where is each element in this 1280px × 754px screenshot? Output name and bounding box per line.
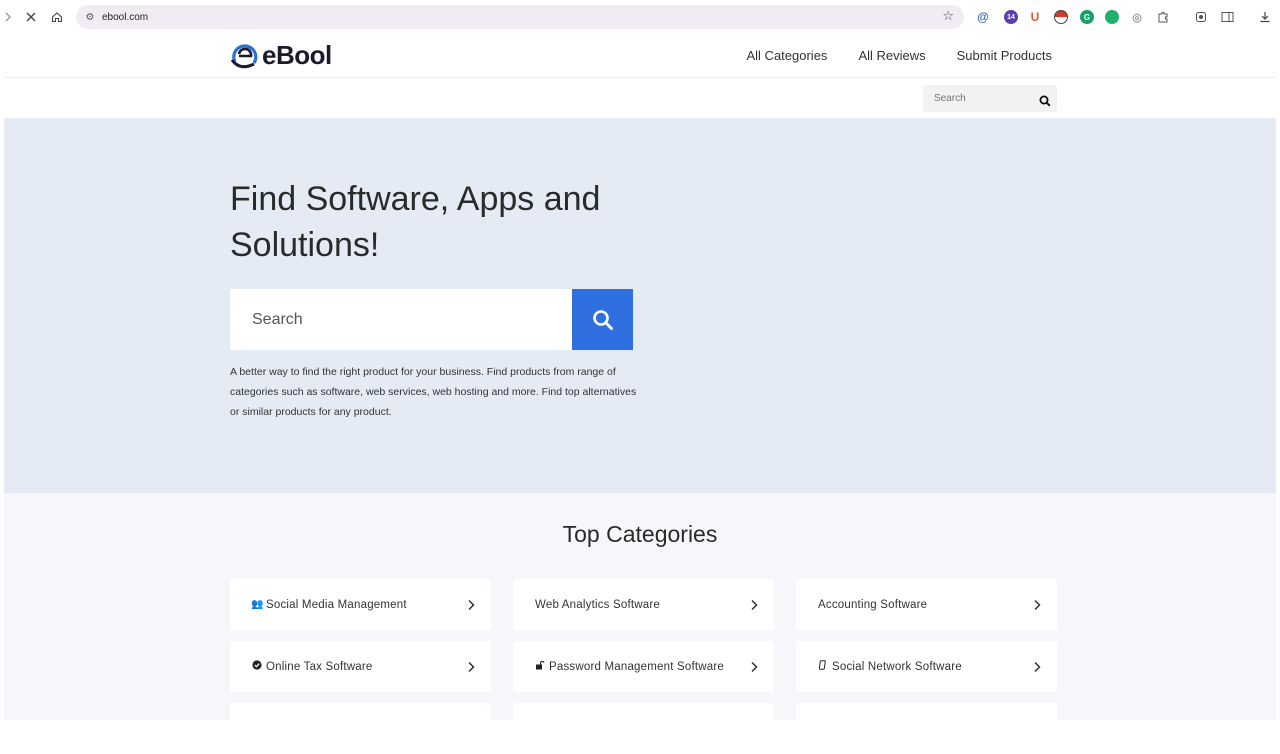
site-info-icon[interactable]: ⚙ [84,12,96,23]
forward-icon[interactable] [0,9,16,25]
header-search-input[interactable] [923,85,1035,112]
search-icon [592,309,613,330]
phone-icon [817,660,829,673]
home-icon[interactable] [49,9,65,25]
category-card[interactable] [513,703,774,754]
chevron-right-icon [750,658,758,677]
bookmark-star-icon[interactable]: ☆ [942,9,954,24]
category-card[interactable] [796,703,1057,754]
chevron-right-icon [467,596,475,615]
logo-text: eBool [262,40,332,70]
hero-title: Find Software, Apps and Solutions! [230,180,601,264]
site-header: eBool All Categories All Reviews Submit … [4,34,1276,78]
logo-mark-icon [230,41,260,71]
check-circle-icon [251,660,263,673]
category-label: Online Tax Software [266,660,373,673]
grammarly-icon[interactable]: G [1080,10,1094,24]
category-web-analytics-software[interactable]: Web Analytics Software [513,579,774,630]
category-label: Social Media Management [266,598,407,611]
nav-all-categories[interactable]: All Categories [747,48,828,63]
category-label: Accounting Software [818,598,928,611]
chevron-right-icon [750,596,758,615]
extension-badge-icon[interactable]: 14 [1004,10,1018,24]
top-navigation: All Categories All Reviews Submit Produc… [747,48,1053,63]
category-label: Web Analytics Software [535,598,660,611]
category-accounting-software[interactable]: Accounting Software [796,579,1057,630]
nav-all-reviews[interactable]: All Reviews [858,48,925,63]
camera-icon[interactable]: ◎ [1130,10,1144,24]
lens-icon[interactable] [1194,10,1208,24]
puzzle-icon[interactable] [1156,10,1170,24]
search-icon[interactable] [1039,92,1051,111]
users-icon: 👥 [251,599,264,610]
header-search [923,85,1057,112]
hero-search-input[interactable] [230,289,572,350]
at-sign-icon[interactable]: @ [976,10,990,24]
chevron-right-icon [1033,658,1041,677]
close-icon[interactable] [23,9,39,25]
u-extension-icon[interactable]: U [1028,10,1042,24]
nav-submit-products[interactable]: Submit Products [957,48,1052,63]
green-extension-icon[interactable] [1105,10,1119,24]
category-social-network-software[interactable]: Social Network Software [796,641,1057,692]
hero-section: Find Software, Apps and Solutions! A bet… [4,118,1276,493]
chevron-right-icon [1033,596,1041,615]
chevron-right-icon [467,658,475,677]
side-panel-icon[interactable] [1220,10,1234,24]
pokeball-icon[interactable] [1054,10,1068,24]
category-card[interactable] [230,703,491,754]
category-label: Social Network Software [832,660,962,673]
browser-toolbar: ⚙ ebool.com ☆ @ 14 U G ◎ [0,0,1280,34]
hero-search-button[interactable] [572,289,633,350]
url-text: ebool.com [102,11,149,23]
header-search-row [4,78,1276,118]
section-heading: Top Categories [562,521,718,547]
hero-description: A better way to find the right product f… [230,366,637,418]
category-label: Password Management Software [549,660,724,673]
ebool-logo[interactable]: eBool [230,40,332,71]
category-online-tax-software[interactable]: Online Tax Software [230,641,491,692]
top-categories-section: Top Categories 👥 Social Media Management… [4,493,1276,754]
hero-search [230,289,633,350]
category-password-management-software[interactable]: Password Management Software [513,641,774,692]
category-social-media-management[interactable]: 👥 Social Media Management [230,579,491,630]
unlock-icon [534,660,546,673]
download-icon[interactable] [1258,10,1272,24]
address-bar[interactable]: ⚙ ebool.com ☆ [76,5,964,29]
